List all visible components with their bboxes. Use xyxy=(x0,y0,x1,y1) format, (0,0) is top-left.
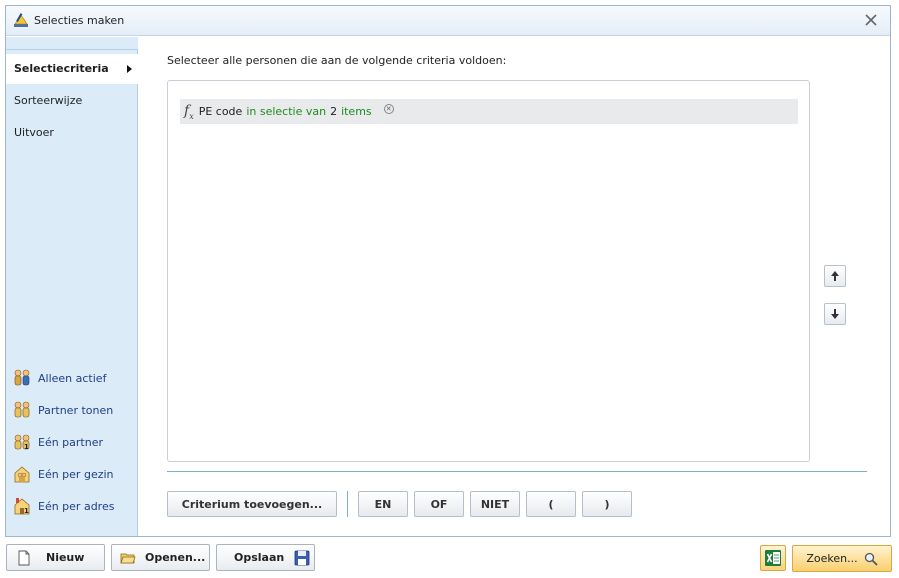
export-excel-button[interactable] xyxy=(760,545,786,571)
open-label: Openen... xyxy=(145,551,206,564)
sidebar-top-strip xyxy=(6,37,138,50)
window-title: Selecties maken xyxy=(34,14,125,27)
function-icon: fx xyxy=(184,102,194,121)
svg-text:1: 1 xyxy=(24,443,29,451)
nav-label: Uitvoer xyxy=(14,126,54,139)
nav-label: Sorteerwijze xyxy=(14,94,83,107)
separator xyxy=(167,471,867,472)
criterion-operator[interactable]: in selectie van xyxy=(246,105,326,118)
close-x-icon xyxy=(865,14,877,26)
nav-item-uitvoer[interactable]: Uitvoer xyxy=(6,118,138,148)
magnifier-icon xyxy=(864,552,878,566)
option-een-per-adres[interactable]: 1 Eén per adres xyxy=(12,495,136,517)
criteria-list[interactable]: fx PE code in selectie van 2 items ✕ xyxy=(167,80,810,462)
add-criterion-button[interactable]: Criterium toevoegen... xyxy=(167,491,337,517)
move-down-button[interactable] xyxy=(824,303,846,325)
criterion-row[interactable]: fx PE code in selectie van 2 items ✕ xyxy=(180,99,798,124)
selection-app-icon xyxy=(14,13,28,27)
close-button[interactable] xyxy=(862,11,880,29)
search-button[interactable]: Zoeken... xyxy=(792,545,892,572)
and-button[interactable]: EN xyxy=(358,491,408,517)
address-house-icon: 1 xyxy=(14,498,30,515)
partner-persons-icon xyxy=(14,401,30,418)
open-paren-button[interactable]: ( xyxy=(526,491,576,517)
excel-icon xyxy=(765,550,781,566)
arrow-right-icon xyxy=(127,65,132,73)
open-button[interactable]: Openen... xyxy=(111,544,210,571)
option-een-partner[interactable]: 1 Eén partner xyxy=(12,431,136,453)
option-label: Eén per adres xyxy=(38,499,115,513)
arrow-down-icon xyxy=(831,309,839,319)
svg-text:1: 1 xyxy=(24,507,29,515)
folder-open-icon xyxy=(120,553,136,563)
dialog-window: Selecties maken Selectiecriteria Sorteer… xyxy=(5,5,891,537)
not-button[interactable]: NIET xyxy=(470,491,520,517)
criterion-items-link[interactable]: items xyxy=(341,105,372,118)
new-document-icon xyxy=(18,550,30,565)
option-label: Alleen actief xyxy=(38,371,107,385)
criterion-field: PE code xyxy=(198,105,243,118)
active-persons-icon xyxy=(14,369,30,386)
option-alleen-actief[interactable]: Alleen actief xyxy=(12,367,136,389)
nav-item-sorteerwijze[interactable]: Sorteerwijze xyxy=(6,86,138,116)
family-house-icon xyxy=(14,466,30,483)
option-label: Eén per gezin xyxy=(38,467,114,481)
nav-item-selectiecriteria[interactable]: Selectiecriteria xyxy=(6,54,138,84)
toolbar-separator xyxy=(347,491,348,517)
arrow-up-icon xyxy=(831,271,839,281)
save-label: Opslaan xyxy=(234,551,285,564)
main-content: Selecteer alle personen die aan de volge… xyxy=(139,37,890,536)
option-een-per-gezin[interactable]: Eén per gezin xyxy=(12,463,136,485)
save-button[interactable]: Opslaan xyxy=(216,544,315,571)
option-label: Partner tonen xyxy=(38,403,114,417)
close-paren-button[interactable]: ) xyxy=(582,491,632,517)
search-label: Zoeken... xyxy=(806,552,858,565)
move-up-button[interactable] xyxy=(824,265,846,287)
intro-text: Selecteer alle personen die aan de volge… xyxy=(167,54,507,67)
sidebar: Selectiecriteria Sorteerwijze Uitvoer Al… xyxy=(6,37,138,536)
title-bar: Selecties maken xyxy=(6,6,890,36)
one-partner-icon: 1 xyxy=(14,434,30,451)
new-label: Nieuw xyxy=(46,551,85,564)
floppy-disk-icon xyxy=(294,550,310,565)
nav-label: Selectiecriteria xyxy=(14,62,109,75)
new-button[interactable]: Nieuw xyxy=(6,544,105,571)
or-button[interactable]: OF xyxy=(414,491,464,517)
criterion-count: 2 xyxy=(330,105,338,118)
option-label: Eén partner xyxy=(38,435,104,449)
remove-criterion-icon[interactable]: ✕ xyxy=(383,103,394,114)
option-partner-tonen[interactable]: Partner tonen xyxy=(12,399,136,421)
